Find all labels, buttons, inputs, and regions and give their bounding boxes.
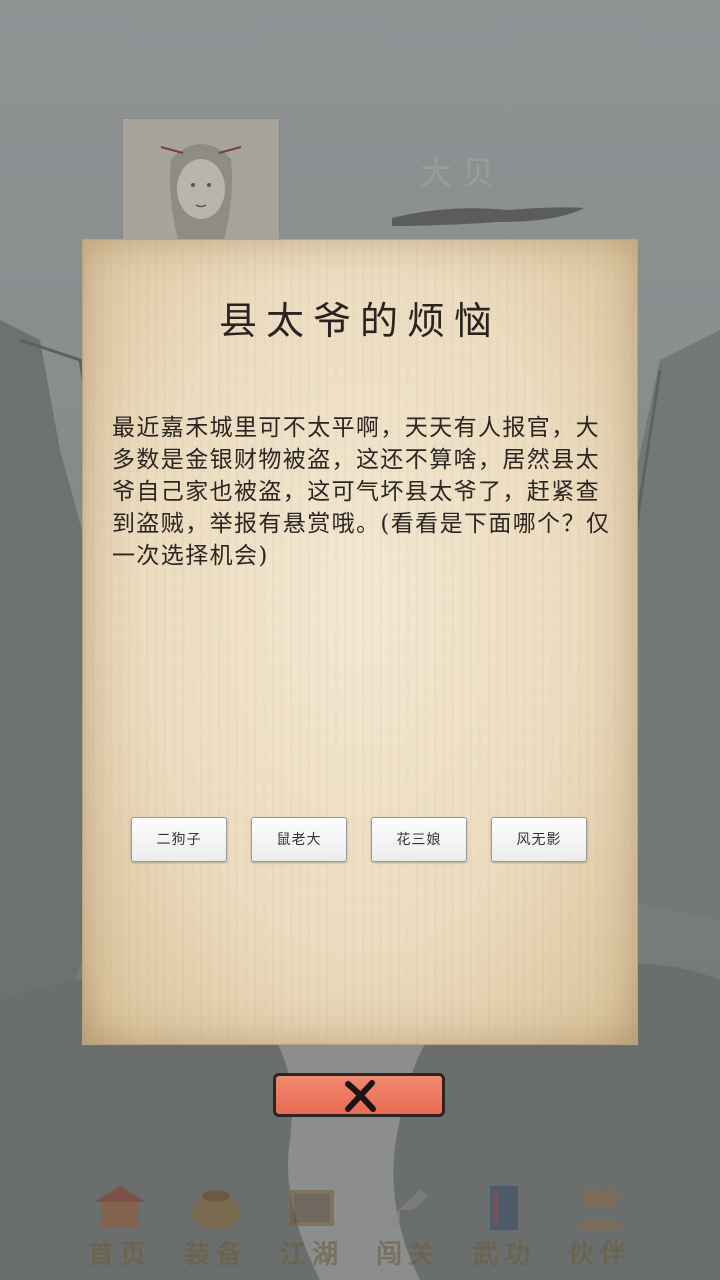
martial-book-icon: [490, 1186, 518, 1230]
nav-item-home[interactable]: 首页: [72, 1178, 168, 1270]
hero-face-icon: [160, 144, 242, 244]
nav-item-equipment[interactable]: 装备: [168, 1178, 264, 1270]
nav-label-equipment: 装备: [183, 1240, 248, 1270]
map-scroll-icon: [290, 1190, 334, 1226]
equipment-bag-icon: [192, 1190, 240, 1230]
nav-item-jianghu[interactable]: 江湖: [264, 1178, 360, 1270]
dialog-title: 县太爷的烦恼: [218, 299, 501, 343]
dialog-body-text: 最近嘉禾城里可不太平啊，天天有人报官，大多数是金银财物被盗，这还不算啥，居然县太…: [112, 415, 611, 569]
nav-label-partners: 伙伴: [567, 1240, 632, 1270]
quest-dialog-panel: [83, 240, 637, 1044]
choice-button-1[interactable]: 二狗子: [131, 817, 227, 862]
nav-label-challenge: 闯关: [375, 1240, 440, 1270]
close-x-icon: [345, 1080, 376, 1112]
close-button[interactable]: [273, 1073, 445, 1117]
nav-label-martial: 武功: [471, 1240, 536, 1270]
choice-button-3[interactable]: 花三娘: [371, 817, 467, 862]
nav-label-home: 首页: [87, 1240, 152, 1270]
sword-challenge-icon: [386, 1190, 430, 1228]
nav-item-martial[interactable]: 武功: [456, 1178, 552, 1270]
nav-item-challenge[interactable]: 闯关: [360, 1178, 456, 1270]
hero-name: 大贝: [420, 154, 505, 192]
ink-brush-stroke: [392, 207, 584, 226]
partners-icon: [576, 1188, 626, 1230]
choice-button-2[interactable]: 鼠老大: [251, 817, 347, 862]
nav-item-partners[interactable]: 伙伴: [552, 1178, 648, 1270]
bottom-navigation: 首页 装备 江湖 闯关 武功 伙伴: [0, 1160, 720, 1280]
home-pavilion-icon: [94, 1186, 146, 1228]
nav-label-jianghu: 江湖: [279, 1240, 344, 1270]
hero-portrait: [122, 118, 280, 245]
choice-button-4[interactable]: 风无影: [491, 817, 587, 862]
